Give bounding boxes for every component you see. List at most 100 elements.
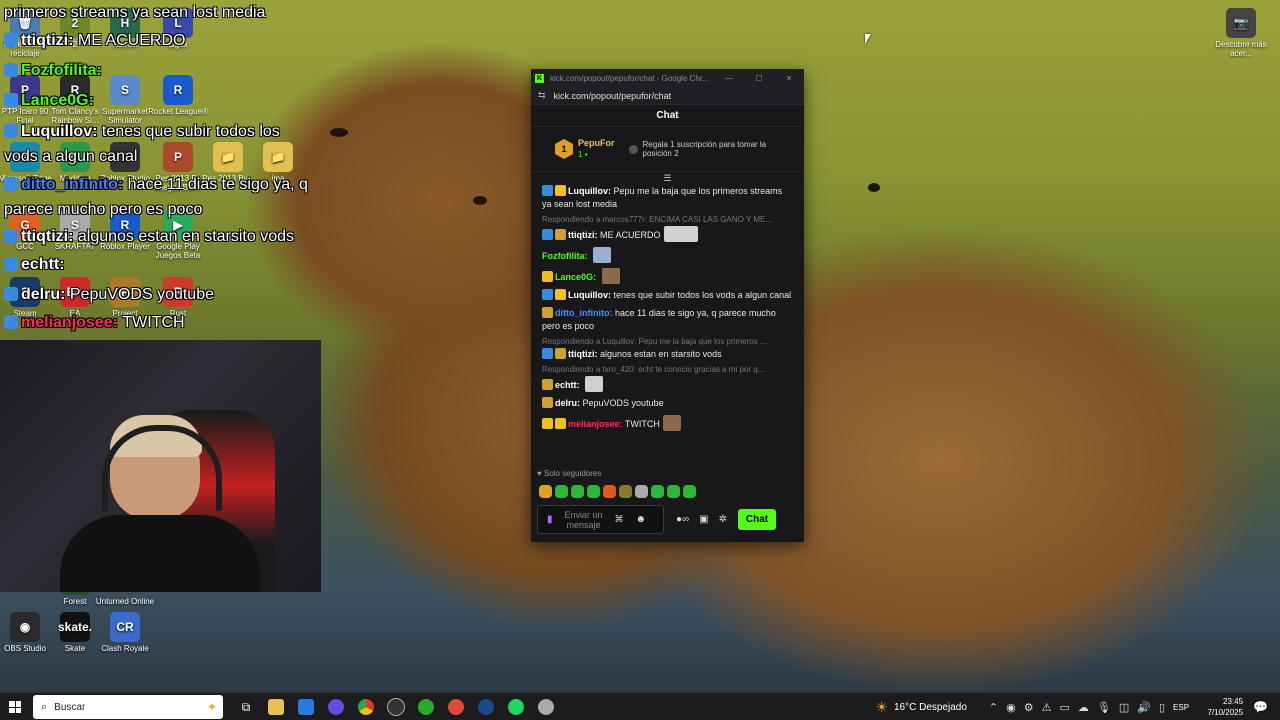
user-badge-icon [542, 348, 553, 359]
emote-quick-icon[interactable] [555, 485, 568, 498]
notifications-icon[interactable]: 💬 [1253, 700, 1268, 714]
emote-quick-icon[interactable] [667, 485, 680, 498]
minimize-button[interactable]: — [714, 74, 744, 83]
emote-quick-icon[interactable] [683, 485, 696, 498]
wifi-icon[interactable]: ◫ [1119, 701, 1129, 714]
chat-username[interactable]: delru: [555, 398, 580, 408]
chat-message[interactable]: ttiqtizi: ME ACUERDO [531, 225, 804, 243]
emote-quick-icon[interactable] [587, 485, 600, 498]
settings-gear-icon[interactable]: ✲ [719, 514, 727, 525]
tray-cloud-icon[interactable]: ☁ [1078, 701, 1089, 714]
tray-settings-icon[interactable]: ⚙ [1024, 701, 1034, 714]
maximize-button[interactable]: ☐ [744, 74, 774, 83]
tray-network-icon[interactable]: ⚠ [1042, 701, 1052, 714]
chat-input[interactable]: ▮ Enviar un mensaje ⌘ ☻ [537, 505, 664, 534]
reply-context[interactable]: Respondiendo a Luquillov: Pepu me la baj… [531, 337, 804, 347]
user-badge-icon [555, 348, 566, 359]
kick-points-icon[interactable]: ●∞ [676, 514, 689, 525]
chat-message[interactable]: Luquillov: Pepu me la baja que los prime… [531, 184, 804, 212]
desktop-icon[interactable]: R Rocket League® [148, 75, 208, 116]
gift-icon[interactable]: ▣ [699, 514, 708, 525]
obs-icon[interactable] [381, 693, 411, 720]
chat-message[interactable]: ttiqtizi: algunos estan en starsito vods [531, 347, 804, 362]
chrome-icon[interactable] [351, 693, 381, 720]
emoji-icon[interactable]: ☻ [636, 514, 647, 525]
mic-icon[interactable]: ▮ [547, 514, 553, 525]
spotify-icon[interactable] [501, 693, 531, 720]
mouse-cursor-icon [865, 34, 871, 44]
reply-context[interactable]: Respondiendo a marcos777r: ENCIMA CASI L… [531, 215, 804, 225]
overlay-username: Fozfofilita: [21, 62, 102, 79]
taskbar-search[interactable]: ⌕ Buscar ✦ [33, 695, 223, 719]
close-button[interactable]: ✕ [774, 74, 804, 83]
start-button[interactable] [0, 693, 30, 720]
chat-message[interactable]: Fozfofilita: [531, 246, 804, 264]
emote-quick-icon[interactable] [635, 485, 648, 498]
chat-username[interactable]: Luquillov: [568, 290, 611, 300]
reply-context[interactable]: Respondiendo a txro_420: echt te conocio… [531, 365, 804, 375]
app-icon: S [110, 75, 140, 105]
tray-app-icon[interactable]: ◉ [1006, 701, 1016, 714]
ms-store-icon[interactable] [291, 693, 321, 720]
chat-username[interactable]: Luquillov: [568, 186, 611, 196]
chat-message[interactable]: Luquillov: tenes que subir todos los vod… [531, 288, 804, 303]
desktop-icon[interactable]: 📷 Descubre más acer... [1211, 8, 1271, 58]
file-explorer-icon[interactable] [261, 693, 291, 720]
chat-message[interactable]: ditto_infinito: hace 11 dias te sigo ya,… [531, 306, 804, 334]
steam-icon[interactable] [471, 693, 501, 720]
weather-status[interactable]: 16°C Despejado [894, 702, 967, 713]
pinned-toggle-icon[interactable]: ☰ [531, 172, 804, 184]
emote-quick-icon[interactable] [619, 485, 632, 498]
overlay-chat-line: ttiqtizi: algunos estan en starsito vods [4, 228, 294, 246]
headphones-icon [102, 425, 222, 511]
keyboard-language[interactable]: ESP [1173, 703, 1189, 712]
window-titlebar[interactable]: K kick.com/popout/pepufor/chat - Google … [531, 69, 804, 87]
overlay-message: tenes que subir todos los [101, 123, 280, 140]
chat-username[interactable]: echtt: [555, 380, 580, 390]
user-badge-icon [542, 289, 553, 300]
chat-username[interactable]: Fozfofilita: [542, 251, 588, 261]
desktop-icon-label: Rocket League® [148, 107, 208, 116]
volume-icon[interactable]: 🔊 [1137, 701, 1151, 714]
emote-quick-icon[interactable] [539, 485, 552, 498]
chat-popout-window[interactable]: K kick.com/popout/pepufor/chat - Google … [531, 69, 804, 542]
chat-message-list[interactable]: Luquillov: Pepu me la baja que los prime… [531, 184, 804, 432]
chat-message[interactable]: echtt: [531, 375, 804, 393]
desktop-icon-label: Clash Royale [101, 644, 149, 653]
chat-message[interactable]: melianjosee: TWITCH [531, 414, 804, 432]
chat-username[interactable]: ditto_infinito: [555, 308, 612, 318]
top-gifter[interactable]: PepuFor 1 ▪ [578, 138, 615, 160]
show-hidden-icons-icon[interactable]: ⌃ [989, 701, 998, 714]
chrome-app-icon[interactable] [531, 693, 561, 720]
chat-username[interactable]: ttiqtizi: [568, 349, 598, 359]
chat-username[interactable]: ttiqtizi: [568, 230, 598, 240]
overlay-chat-line: echtt: [4, 256, 65, 274]
chat-message[interactable]: Lance0G: [531, 267, 804, 285]
task-view-icon[interactable]: ⧉ [231, 693, 261, 720]
tray-device-icon[interactable]: ▭ [1059, 701, 1069, 714]
desktop-icon[interactable]: CR Clash Royale [95, 612, 155, 653]
emote-quick-icon[interactable] [651, 485, 664, 498]
app-icon: 📁 [213, 142, 243, 172]
commands-icon[interactable]: ⌘ [615, 514, 624, 525]
overlay-chat-line: ditto_infinito: hace 11 dias te sigo ya,… [4, 176, 308, 194]
discord-icon[interactable] [321, 693, 351, 720]
url-text[interactable]: kick.com/popout/pepufor/chat [554, 91, 672, 101]
desktop-icon[interactable]: S Supermarket Simulator [95, 75, 155, 125]
top-gifters-panel: 1 PepuFor 1 ▪ Regala 1 suscripción para … [531, 127, 804, 172]
battery-icon[interactable]: ▯ [1159, 701, 1165, 714]
roblox-icon[interactable] [441, 693, 471, 720]
xbox-icon[interactable] [411, 693, 441, 720]
address-bar[interactable]: ⇆ kick.com/popout/pepufor/chat [531, 87, 804, 105]
chat-message[interactable]: delru: PepuVODS youtube [531, 396, 804, 411]
gift-prompt[interactable]: Regala 1 suscripción para tomar la posic… [643, 140, 793, 158]
chat-username[interactable]: Lance0G: [555, 272, 596, 282]
send-chat-button[interactable]: Chat [738, 509, 777, 530]
microphone-icon[interactable]: 🎙 [1097, 701, 1111, 714]
emote-quick-icon[interactable] [603, 485, 616, 498]
site-settings-icon[interactable]: ⇆ [538, 90, 546, 101]
emote-quick-icon[interactable] [571, 485, 584, 498]
chat-username[interactable]: melianjosee: [568, 419, 623, 429]
emote-quickbar[interactable] [539, 485, 696, 498]
clock[interactable]: 23:45 7/10/2025 [1199, 696, 1243, 718]
